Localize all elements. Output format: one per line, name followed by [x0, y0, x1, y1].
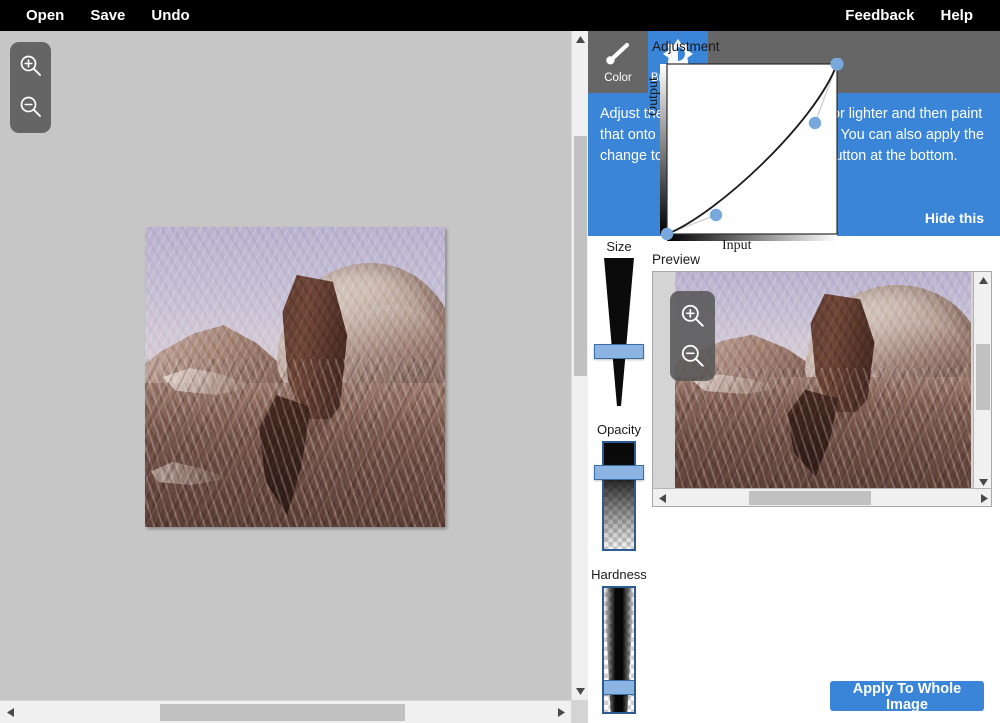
- opacity-slider-track[interactable]: [594, 441, 644, 551]
- size-slider-handle[interactable]: [594, 344, 644, 359]
- size-slider-track[interactable]: [594, 258, 644, 406]
- canvas-zoom-in-button[interactable]: [14, 49, 48, 83]
- size-slider-block: Size: [588, 238, 650, 406]
- zoom-out-magnifier-icon: [681, 344, 704, 367]
- hardness-slider-block: Hardness: [588, 566, 650, 714]
- preview-scroll-up-button[interactable]: [974, 272, 991, 288]
- canvas-vertical-scroll-thumb[interactable]: [574, 136, 587, 376]
- main-canvas-area[interactable]: [0, 31, 571, 700]
- tone-curve-svg: [660, 57, 844, 241]
- canvas-horizontal-scroll-thumb[interactable]: [160, 704, 405, 721]
- canvas-zoom-controls: [10, 42, 51, 133]
- chevron-left-icon: [6, 707, 14, 717]
- menu-left-group: Open Save Undo: [0, 0, 203, 31]
- canvas-scroll-left-button[interactable]: [0, 701, 20, 723]
- chevron-up-icon: [576, 36, 585, 43]
- paintbrush-icon: [603, 37, 633, 71]
- chevron-left-icon: [658, 493, 666, 503]
- top-menu-bar: Open Save Undo Feedback Help: [0, 0, 1000, 31]
- preview-zoom-out-button[interactable]: [676, 339, 710, 373]
- preview-scroll-left-button[interactable]: [653, 489, 671, 506]
- tone-curve-editor[interactable]: Output Input: [646, 57, 912, 253]
- canvas-zoom-out-button[interactable]: [14, 90, 48, 124]
- preview-zoom-controls: [670, 291, 715, 381]
- preview-vertical-scrollbar[interactable]: [973, 272, 991, 490]
- canvas-scroll-up-button[interactable]: [572, 31, 589, 48]
- preview-vertical-scroll-thumb[interactable]: [976, 344, 990, 410]
- preview-scroll-right-button[interactable]: [975, 489, 991, 506]
- preview-image-render: [675, 272, 971, 490]
- preview-pane[interactable]: [652, 271, 992, 507]
- canvas-horizontal-scrollbar[interactable]: [0, 700, 571, 723]
- photo-grain-texture: [145, 227, 445, 527]
- scrollbar-corner: [571, 700, 588, 723]
- chevron-right-icon: [980, 493, 988, 503]
- curve-point-handle-low: [709, 208, 723, 222]
- hardness-slider-label: Hardness: [591, 567, 647, 582]
- zoom-out-magnifier-icon: [20, 96, 41, 117]
- apply-to-whole-image-button[interactable]: Apply To Whole Image: [830, 681, 984, 713]
- curve-point-anchor-start: [660, 227, 674, 241]
- curve-point-handle-high: [808, 116, 822, 130]
- preview-image[interactable]: [675, 272, 971, 490]
- zoom-in-magnifier-icon: [20, 55, 41, 76]
- curve-point-anchor-end: [830, 57, 844, 71]
- canvas-scroll-right-button[interactable]: [551, 701, 571, 723]
- canvas-vertical-scrollbar[interactable]: [571, 31, 588, 700]
- hardness-slider-handle[interactable]: [604, 680, 634, 695]
- opacity-slider-block: Opacity: [588, 421, 650, 551]
- hide-help-link[interactable]: Hide this: [925, 210, 984, 226]
- tab-color-label: Color: [604, 72, 632, 84]
- opacity-slider-label: Opacity: [596, 422, 642, 437]
- image-editor-window: Open Save Undo Feedback Help Color Adjus…: [0, 0, 1000, 723]
- menu-undo[interactable]: Undo: [138, 0, 202, 31]
- adjustment-section: Adjustment Output Input: [646, 39, 912, 253]
- zoom-in-magnifier-icon: [681, 304, 704, 327]
- preview-horizontal-scrollbar[interactable]: [653, 488, 991, 506]
- chevron-down-icon: [978, 478, 988, 486]
- menu-save[interactable]: Save: [77, 0, 138, 31]
- chevron-right-icon: [557, 707, 565, 717]
- curve-plot-frame: [666, 63, 838, 235]
- hardness-slider-track[interactable]: [602, 586, 636, 714]
- curve-x-axis-label: Input: [722, 238, 752, 253]
- menu-help[interactable]: Help: [927, 0, 986, 31]
- canvas-scroll-down-button[interactable]: [572, 683, 589, 700]
- size-slider-shape: [604, 258, 634, 406]
- brush-sliders: Size Opacity Hardness: [588, 238, 650, 714]
- tab-color[interactable]: Color: [588, 31, 648, 93]
- size-slider-label: Size: [606, 239, 632, 254]
- curve-y-axis-label: Output: [646, 77, 661, 116]
- chevron-down-icon: [576, 688, 585, 695]
- menu-open[interactable]: Open: [13, 0, 77, 31]
- chevron-up-icon: [978, 276, 988, 284]
- preview-grain-texture: [675, 272, 971, 490]
- preview-title: Preview: [652, 252, 701, 267]
- adjustment-title: Adjustment: [652, 39, 720, 54]
- input-gradient-bar: [667, 234, 837, 241]
- canvas-image-render: [145, 227, 445, 527]
- opacity-slider-handle[interactable]: [594, 465, 644, 480]
- preview-section: Preview: [652, 252, 700, 267]
- canvas-image[interactable]: [145, 227, 445, 527]
- menu-right-group: Feedback Help: [832, 0, 1000, 31]
- tools-panel: Color Brightness Adjust the image below …: [588, 31, 1000, 723]
- menu-feedback[interactable]: Feedback: [832, 0, 927, 31]
- preview-horizontal-scroll-thumb[interactable]: [749, 491, 871, 505]
- preview-zoom-in-button[interactable]: [676, 299, 710, 333]
